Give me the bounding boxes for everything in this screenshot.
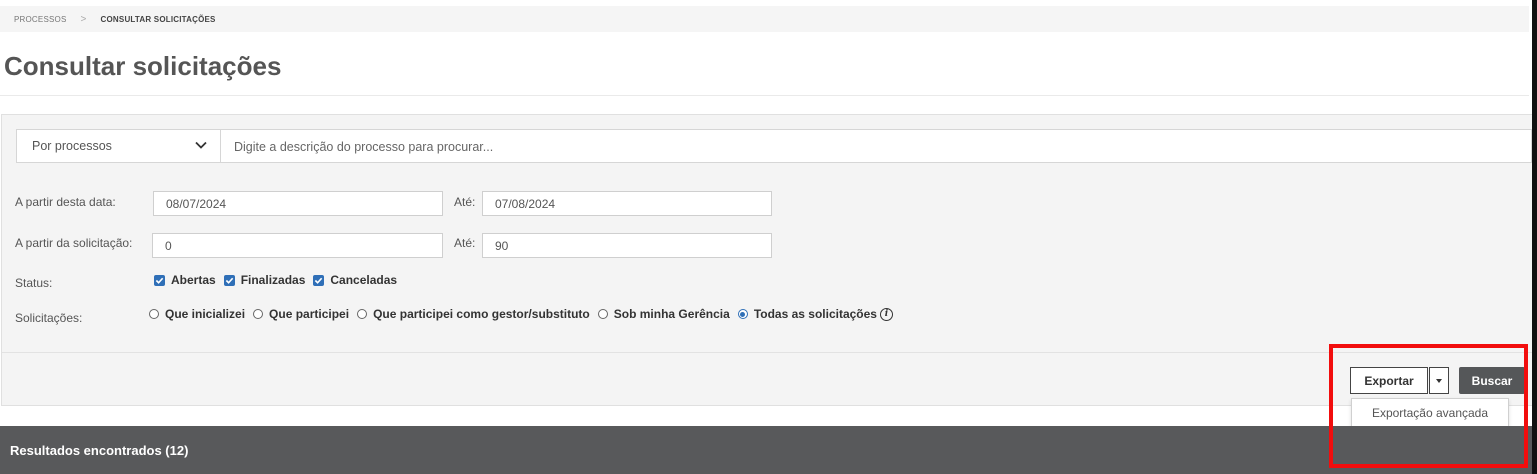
radio-icon — [149, 309, 159, 319]
search-mode-value: Por processos — [32, 139, 112, 153]
search-mode-select[interactable]: Por processos — [17, 130, 221, 162]
title-divider — [0, 95, 1529, 96]
chevron-down-icon — [195, 141, 207, 149]
radio-icon — [597, 309, 608, 319]
breadcrumb-separator-icon: > — [80, 13, 87, 25]
status-checkbox-finalizadas[interactable]: Finalizadas — [223, 273, 306, 287]
search-input[interactable] — [223, 130, 1536, 164]
checkbox-checked-icon — [223, 274, 235, 286]
search-button[interactable]: Buscar — [1459, 367, 1525, 394]
requests-option-label: Que participei — [269, 307, 350, 321]
date-to-label: Até: — [454, 195, 476, 209]
export-dropdown-caret-icon[interactable] — [1429, 367, 1449, 394]
status-checkbox-abertas[interactable]: Abertas — [154, 273, 216, 287]
info-icon[interactable]: i — [879, 307, 893, 321]
filter-panel: Por processos A partir desta data: Até: … — [1, 114, 1537, 406]
requests-option-label: Que inicializei — [165, 307, 246, 321]
requests-options: Que inicializei Que participei Que parti… — [149, 307, 893, 321]
status-label: Status: — [15, 276, 53, 290]
radio-selected-icon — [737, 309, 748, 319]
breadcrumb: PROCESSOS > CONSULTAR SOLICITAÇÕES — [0, 6, 1529, 32]
date-to-input[interactable] — [482, 191, 772, 216]
right-edge-border — [1532, 0, 1537, 474]
requests-radio-gerencia[interactable]: Sob minha Gerência — [597, 307, 730, 321]
search-bar: Por processos — [16, 129, 1536, 164]
status-checkbox-canceladas[interactable]: Canceladas — [313, 273, 397, 287]
breadcrumb-item-processos[interactable]: PROCESSOS — [14, 15, 66, 24]
date-from-label: A partir desta data: — [15, 195, 116, 209]
requests-option-label: Todas as solicitações — [753, 307, 877, 321]
request-to-input[interactable] — [482, 233, 772, 258]
breadcrumb-item-current: CONSULTAR SOLICITAÇÕES — [100, 14, 216, 24]
export-button[interactable]: Exportar — [1350, 367, 1428, 394]
checkbox-checked-icon — [154, 274, 165, 286]
export-dropdown-menu: Exportação avançada — [1351, 398, 1509, 428]
requests-option-label: Que participei como gestor/substituto — [373, 307, 590, 321]
status-options: Abertas Finalizadas Canceladas — [154, 273, 405, 287]
date-from-input[interactable] — [153, 191, 443, 216]
status-option-label: Finalizadas — [240, 273, 306, 287]
checkbox-checked-icon — [313, 274, 325, 286]
radio-icon — [253, 309, 264, 319]
requests-radio-participei[interactable]: Que participei — [253, 307, 349, 321]
requests-label: Solicitações: — [15, 311, 83, 325]
menu-item-advanced-export[interactable]: Exportação avançada — [1372, 406, 1488, 420]
radio-icon — [357, 309, 368, 319]
status-option-label: Abertas — [171, 273, 216, 287]
results-count-label: Resultados encontrados (12) — [10, 442, 189, 458]
results-header: Resultados encontrados (12) — [0, 426, 1536, 474]
request-to-label: Até: — [454, 236, 476, 250]
page-title: Consultar solicitações — [4, 51, 282, 81]
request-from-label: A partir da solicitação: — [15, 236, 133, 250]
status-option-label: Canceladas — [330, 273, 398, 287]
request-from-input[interactable] — [152, 233, 443, 258]
requests-option-label: Sob minha Gerência — [613, 307, 730, 321]
requests-radio-todas[interactable]: Todas as solicitações i — [737, 307, 893, 321]
requests-radio-inicializei[interactable]: Que inicializei — [149, 307, 245, 321]
panel-divider — [2, 352, 1536, 353]
requests-radio-gestor[interactable]: Que participei como gestor/substituto — [357, 307, 590, 321]
